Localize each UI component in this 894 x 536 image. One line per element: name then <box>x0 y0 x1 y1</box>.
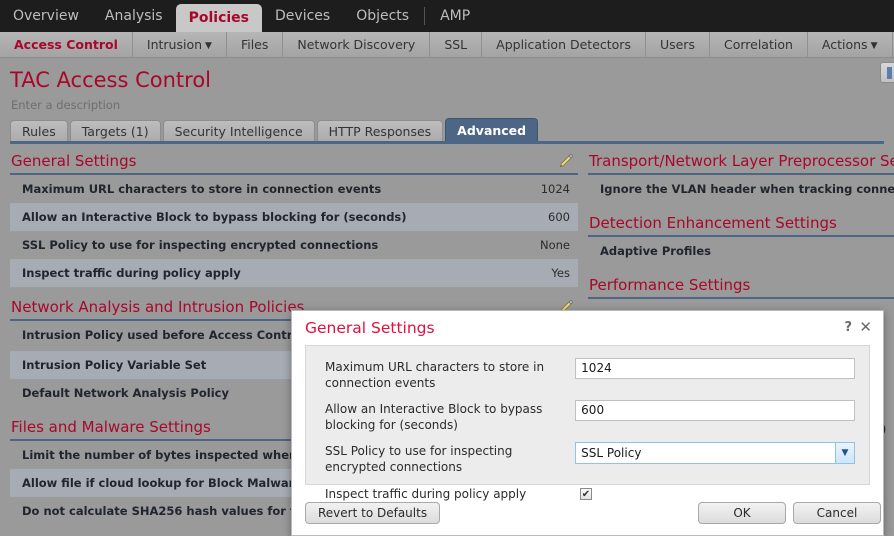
field-label: Allow an Interactive Block to bypass blo… <box>325 402 543 432</box>
nav-item-overview[interactable]: Overview <box>0 0 92 32</box>
section-title: Transport/Network Layer Preprocessor Set… <box>589 152 894 170</box>
dialog-footer: Revert to Defaults OK Cancel <box>292 499 883 529</box>
section-title: Detection Enhancement Settings <box>589 214 837 232</box>
chevron-down-icon: ▼ <box>205 40 212 51</box>
row-label: Intrusion Policy Variable Set <box>22 357 207 372</box>
subnav-item-correlation[interactable]: Correlation <box>710 31 808 58</box>
row-label: Maximum URL characters to store in conne… <box>22 182 382 196</box>
revert-to-defaults-button[interactable]: Revert to Defaults <box>305 502 441 524</box>
chevron-down-icon[interactable]: ▼ <box>835 443 854 464</box>
field-row-max-url-chars: Maximum URL characters to store in conne… <box>306 358 869 391</box>
dialog-body: Maximum URL characters to store in conne… <box>305 345 870 501</box>
tab-http-responses[interactable]: HTTP Responses <box>316 120 444 142</box>
tab-security-intelligence[interactable]: Security Intelligence <box>162 120 315 142</box>
section-title: Performance Settings <box>589 276 751 294</box>
tab-targets[interactable]: Targets (1) <box>69 120 161 142</box>
save-policy-button[interactable] <box>880 62 894 83</box>
close-icon[interactable]: ✕ <box>859 318 872 336</box>
section-header-general-settings: General Settings <box>10 150 578 175</box>
ssl-policy-selected-value: SSL Policy <box>581 446 642 461</box>
subnav-item-access-control[interactable]: Access Control <box>0 31 133 58</box>
subnav-item-application-detectors[interactable]: Application Detectors <box>482 31 646 58</box>
nav-item-policies[interactable]: Policies <box>175 4 263 32</box>
subnav-item-intrusion[interactable]: Intrusion ▼ <box>133 31 227 58</box>
secondary-navigation: Access Control Intrusion ▼ Files Network … <box>0 31 894 58</box>
table-row[interactable]: Allow an Interactive Block to bypass blo… <box>10 203 578 231</box>
subnav-label: Network Discovery <box>297 36 416 52</box>
max-url-characters-input[interactable]: 1024 <box>575 358 855 379</box>
nav-item-analysis[interactable]: Analysis <box>92 0 176 32</box>
tab-advanced[interactable]: Advanced <box>445 118 539 142</box>
tab-rules[interactable]: Rules <box>10 120 68 142</box>
page-description[interactable]: Enter a description <box>11 98 120 112</box>
row-label: Allow an Interactive Block to bypass blo… <box>22 210 407 224</box>
dialog-header: General Settings ? ✕ <box>292 311 883 345</box>
subnav-item-files[interactable]: Files <box>227 31 284 58</box>
row-label: Inspect traffic during policy apply <box>22 266 241 280</box>
subnav-label: Users <box>659 36 695 52</box>
subnav-label: Correlation <box>723 36 793 52</box>
chevron-down-icon: ▼ <box>870 40 878 51</box>
section-title: General Settings <box>11 152 137 170</box>
row-label: Ignore the VLAN header when tracking con… <box>600 182 894 196</box>
table-row[interactable]: Maximum URL characters to store in conne… <box>10 175 578 203</box>
table-row[interactable]: Adaptive Profiles <box>588 237 894 265</box>
table-row[interactable]: Inspect traffic during policy apply Yes <box>10 259 578 287</box>
section-header-transport-network: Transport/Network Layer Preprocessor Set… <box>588 150 894 175</box>
nav-separator <box>424 7 426 25</box>
application-window: Overview Analysis Policies Devices Objec… <box>0 0 894 536</box>
general-settings-dialog: General Settings ? ✕ Maximum URL charact… <box>291 310 884 536</box>
table-row[interactable]: SSL Policy to use for inspecting encrypt… <box>10 231 578 259</box>
inspect-traffic-checkbox[interactable]: ✔ <box>580 487 592 500</box>
primary-navigation: Overview Analysis Policies Devices Objec… <box>0 0 894 32</box>
nav-item-objects[interactable]: Objects <box>343 0 422 32</box>
page-title: TAC Access Control <box>10 68 212 92</box>
section-title: Files and Malware Settings <box>11 417 211 436</box>
row-label: Adaptive Profiles <box>600 244 711 258</box>
subnav-item-users[interactable]: Users <box>646 31 710 58</box>
section-title: Network Analysis and Intrusion Policies <box>11 298 305 316</box>
subnav-item-ssl[interactable]: SSL <box>430 31 483 58</box>
ok-button[interactable]: OK <box>698 502 786 524</box>
interactive-block-timeout-input[interactable]: 600 <box>575 400 855 422</box>
table-row[interactable]: Ignore the VLAN header when tracking con… <box>588 175 894 203</box>
pencil-icon[interactable] <box>558 153 574 169</box>
subnav-label: Application Detectors <box>496 36 631 52</box>
subnav-label: Files <box>240 36 269 52</box>
row-label: SSL Policy to use for inspecting encrypt… <box>22 238 379 252</box>
row-value: 1024 <box>540 182 570 196</box>
help-icon[interactable]: ? <box>844 320 852 335</box>
save-icon <box>887 67 892 79</box>
field-label: SSL Policy to use for inspecting encrypt… <box>325 444 513 474</box>
nav-item-devices[interactable]: Devices <box>262 0 343 32</box>
field-row-ssl-policy: SSL Policy to use for inspecting encrypt… <box>306 442 869 475</box>
row-value: Yes <box>551 266 570 280</box>
row-value: None <box>539 238 570 252</box>
subnav-label: Access Control <box>14 36 118 52</box>
ssl-policy-select[interactable]: SSL Policy ▼ <box>575 442 855 465</box>
subnav-label: Intrusion <box>146 36 203 52</box>
row-value: 600 <box>548 210 570 224</box>
subnav-item-network-discovery[interactable]: Network Discovery <box>283 31 431 58</box>
subnav-label: SSL <box>444 36 468 52</box>
row-label: Default Network Analysis Policy <box>22 385 229 400</box>
subnav-item-actions[interactable]: Actions ▼ <box>808 31 893 58</box>
section-header-performance: Performance Settings <box>588 274 894 299</box>
subnav-label: Actions <box>821 36 868 52</box>
field-label: Maximum URL characters to store in conne… <box>325 360 545 390</box>
cancel-button[interactable]: Cancel <box>793 502 881 524</box>
nav-item-amp[interactable]: AMP <box>427 0 483 32</box>
tabs-underline <box>10 141 884 144</box>
policy-tabs: Rules Targets (1) Security Intelligence … <box>10 118 540 142</box>
field-row-interactive-block: Allow an Interactive Block to bypass blo… <box>306 400 869 433</box>
dialog-title: General Settings <box>305 319 435 337</box>
section-header-detection-enhancement: Detection Enhancement Settings <box>588 212 894 237</box>
